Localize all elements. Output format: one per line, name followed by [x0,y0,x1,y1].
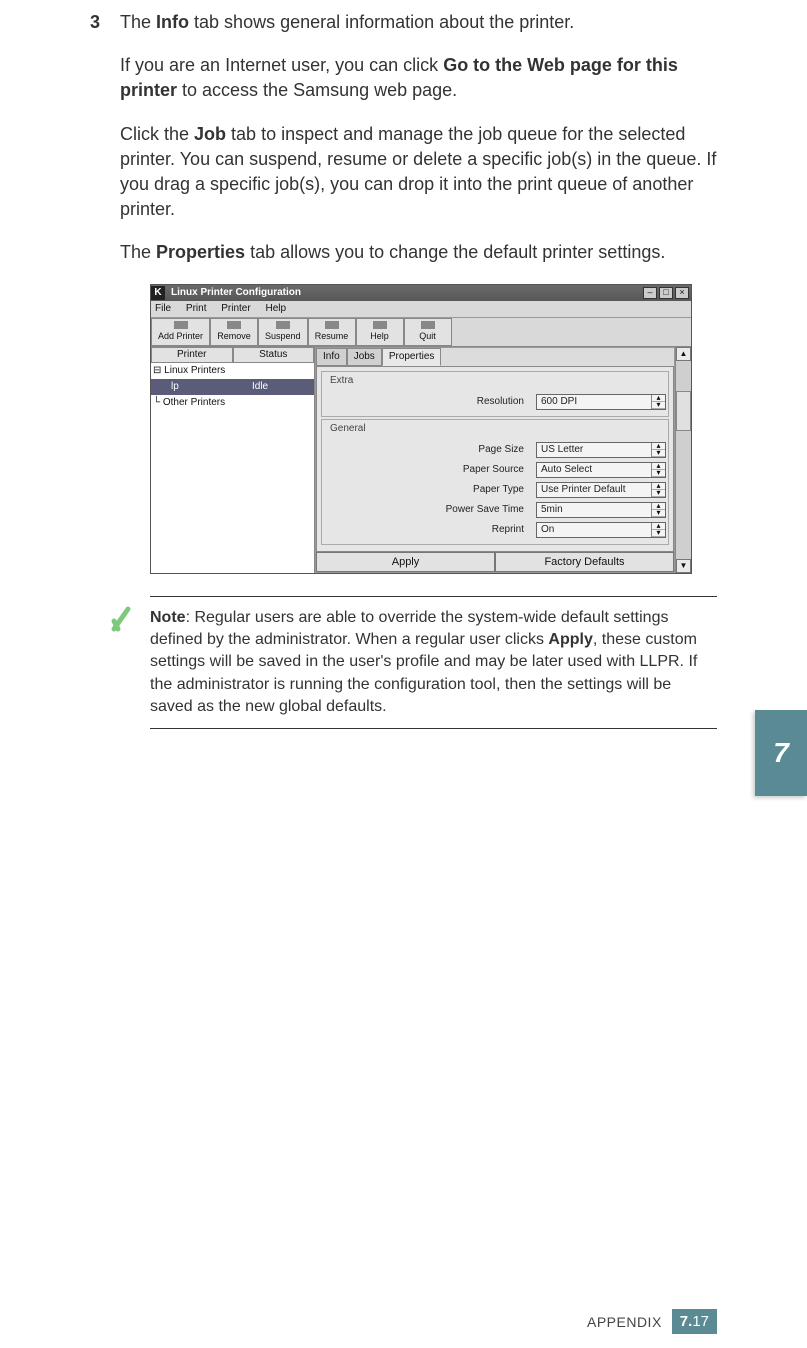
resume-button[interactable]: Resume [308,318,356,346]
text: tab shows general information about the … [189,12,574,32]
label-reprint: Reprint [324,523,536,537]
tab-properties[interactable]: Properties [382,348,442,366]
properties-body: Extra Resolution 600 DPI▴▾ General [316,366,674,552]
scroll-track[interactable] [676,361,691,559]
scroll-down-icon[interactable]: ▼ [676,559,691,573]
combo-paper-source[interactable]: Auto Select▴▾ [536,462,666,478]
menu-print[interactable]: Print [186,303,207,314]
label-paper-source: Paper Source [324,463,536,477]
text: The [120,242,156,262]
menu-file[interactable]: File [155,303,171,314]
bold-info: Info [156,12,189,32]
close-button[interactable]: × [675,287,689,299]
quit-button[interactable]: Quit [404,318,452,346]
combo-page-size[interactable]: US Letter▴▾ [536,442,666,458]
add-printer-button[interactable]: Add Printer [151,318,210,346]
footer: APPENDIX 7.17 [587,1309,717,1334]
titlebar: K Linux Printer Configuration – □ × [151,285,691,301]
toolbar: Add Printer Remove Suspend Resume Help Q… [151,318,691,347]
menu-help[interactable]: Help [265,303,286,314]
suspend-icon [276,321,290,329]
minimize-button[interactable]: – [643,287,657,299]
scroll-up-icon[interactable]: ▲ [676,347,691,361]
value: 5min [537,503,651,517]
text: The [120,12,156,32]
chapter-tab: 7 [755,710,807,796]
maximize-button[interactable]: □ [659,287,673,299]
scroll-thumb[interactable] [676,391,691,431]
tree-other[interactable]: └ Other Printers [151,395,314,411]
footer-page: 7.17 [672,1309,717,1334]
label-power-save: Power Save Time [324,503,536,517]
label: Resume [315,330,349,343]
quit-icon [421,321,435,329]
scrollbar[interactable]: ▲ ▼ [675,347,691,573]
window-title: Linux Printer Configuration [165,286,643,300]
suspend-button[interactable]: Suspend [258,318,308,346]
tree-root[interactable]: ⊟ Linux Printers [151,363,314,379]
text: to access the Samsung web page. [177,80,457,100]
value: On [537,523,651,537]
combo-power-save[interactable]: 5min▴▾ [536,502,666,518]
bold-properties: Properties [156,242,245,262]
value: US Letter [537,443,651,457]
combo-resolution[interactable]: 600 DPI▴▾ [536,394,666,410]
remove-button[interactable]: Remove [210,318,258,346]
footer-pagenum: 17 [692,1313,709,1330]
label: lp [153,380,252,394]
text: Click the [120,124,194,144]
factory-defaults-button[interactable]: Factory Defaults [495,552,674,572]
value: Use Printer Default [537,483,651,497]
label: Quit [419,330,436,343]
bold-job: Job [194,124,226,144]
bold-apply: Apply [548,631,592,648]
footer-appendix: APPENDIX [587,1314,662,1330]
text: If you are an Internet user, you can cli… [120,55,443,75]
label-paper-type: Paper Type [324,483,536,497]
value: Auto Select [537,463,651,477]
note-label: Note [150,609,186,626]
printer-tree[interactable]: ⊟ Linux Printers lp Idle └ Other Printer… [151,363,314,573]
menu-printer[interactable]: Printer [221,303,250,314]
step-number: 3 [90,10,102,729]
footer-chapter: 7. [680,1313,693,1330]
note-block: Note: Regular users are able to override… [150,596,717,730]
group-general: General [328,422,368,436]
add-printer-icon [174,321,188,329]
remove-icon [227,321,241,329]
apply-button[interactable]: Apply [316,552,495,572]
app-icon: K [151,286,165,300]
label: Remove [217,330,251,343]
help-button[interactable]: Help [356,318,404,346]
step-body: The Info tab shows general information a… [120,10,717,729]
group-extra: Extra [328,374,355,388]
label: Help [370,330,389,343]
screenshot-window: K Linux Printer Configuration – □ × File… [150,284,692,574]
label: Add Printer [158,330,203,343]
label: Other Printers [163,397,225,408]
label-page-size: Page Size [324,443,536,457]
col-printer[interactable]: Printer [151,347,233,363]
printer-list-pane: Printer Status ⊟ Linux Printers lp Idle … [151,347,315,573]
combo-paper-type[interactable]: Use Printer Default▴▾ [536,482,666,498]
label: Linux Printers [164,365,225,376]
col-status[interactable]: Status [233,347,315,363]
help-icon [373,321,387,329]
tree-item-selected[interactable]: lp Idle [151,379,314,395]
note-icon [110,603,140,633]
menubar: File Print Printer Help [151,301,691,318]
tab-info[interactable]: Info [316,348,347,366]
value: 600 DPI [537,395,651,409]
resume-icon [325,321,339,329]
status: Idle [252,380,312,394]
combo-reprint[interactable]: On▴▾ [536,522,666,538]
tab-jobs[interactable]: Jobs [347,348,382,366]
label-resolution: Resolution [324,395,536,409]
label: Suspend [265,330,301,343]
text: tab allows you to change the default pri… [245,242,665,262]
